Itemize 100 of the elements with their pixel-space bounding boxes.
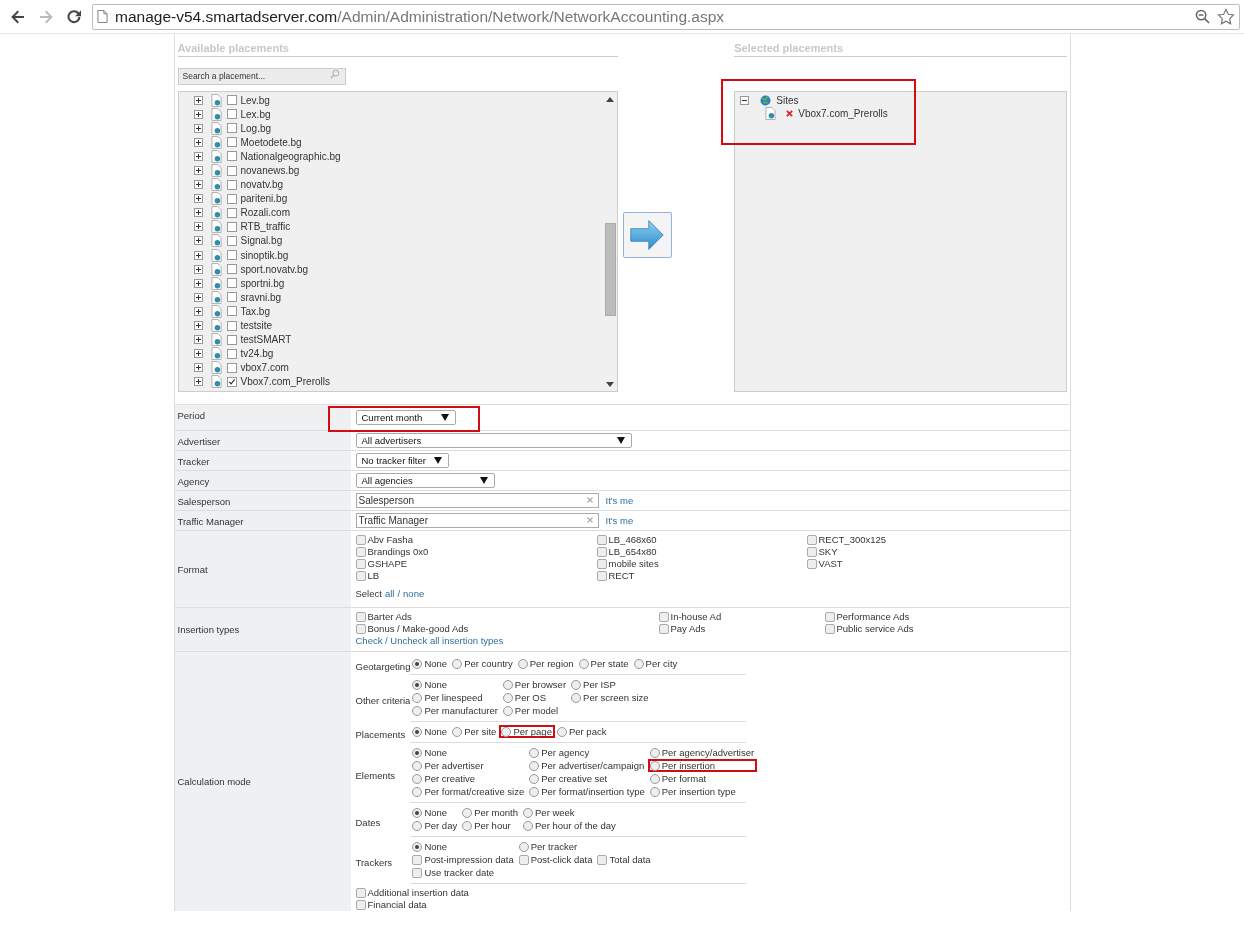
expand-icon[interactable] [193,166,203,175]
radio-option[interactable]: Per month [460,806,521,819]
checkbox[interactable] [226,151,237,162]
expand-icon[interactable] [193,306,203,316]
checkbox[interactable] [226,193,237,204]
placement-label[interactable]: tv24.bg [240,348,274,360]
radio-option[interactable]: Per OS [500,691,570,704]
radio-option[interactable]: Per insertion type [647,785,758,798]
zoom-icon[interactable] [1195,9,1210,24]
placement-label[interactable]: Tax.bg [240,305,270,317]
checkbox[interactable] [226,334,237,345]
radio-option[interactable]: Per format [647,772,758,785]
checkbox-option[interactable]: Post-impression data [410,853,517,866]
radio-option[interactable]: Per agency/advertiser [647,746,758,759]
radio-button[interactable] [412,786,423,797]
scroll-up-icon[interactable] [605,97,614,102]
checkbox[interactable] [658,612,669,622]
address-bar[interactable]: manage-v54.smartadserver.com/Admin/Administration/Network/NetworkAccounting.aspx [92,3,1240,30]
reload-icon[interactable] [66,8,82,25]
tree-label[interactable]: Vbox7.com_Prerolls [798,108,888,119]
clear-icon[interactable] [586,517,593,523]
checkbox[interactable] [355,535,366,545]
radio-button[interactable] [529,747,540,758]
checkbox[interactable] [355,900,366,910]
checkbox-option[interactable]: mobile sites [596,558,807,570]
expand-icon[interactable] [193,377,203,387]
checkbox-option[interactable]: In-house Ad [658,611,825,623]
radio-option[interactable]: Per region [515,657,577,670]
placement-label[interactable]: pariteni.bg [240,193,288,205]
checkbox[interactable] [596,559,607,569]
placement-label[interactable]: testsite [240,320,273,332]
expand-icon[interactable] [193,250,203,260]
radio-option[interactable]: Per city [631,657,681,670]
placement-label[interactable]: RTB_traffic [240,221,291,233]
radio-option[interactable]: None [410,840,517,853]
radio-option[interactable]: Per creative [410,772,528,785]
dropdown[interactable]: Current month [355,410,456,425]
radio-button[interactable] [501,726,512,737]
input-field[interactable]: Salesperson [355,493,599,508]
checkbox-option[interactable]: Public service Ads [824,623,1065,635]
radio-option[interactable]: Per format/insertion type [527,785,648,798]
checkbox-option[interactable]: Performance Ads [824,611,1065,623]
expand-icon[interactable] [193,95,203,105]
checkbox[interactable] [355,571,366,581]
radio-option[interactable]: None [410,806,461,819]
checkbox[interactable] [226,306,237,317]
checkbox[interactable] [226,207,237,218]
radio-option[interactable]: Per browser [500,678,570,691]
dropdown[interactable]: No tracker filter [355,453,449,468]
placement-label[interactable]: sravni.bg [240,291,282,303]
add-arrow-button[interactable] [622,212,672,258]
expand-icon[interactable] [193,208,203,218]
checkbox-option[interactable]: VAST [806,558,1065,570]
checkbox-option[interactable]: Additional insertion data [355,887,469,899]
checkbox[interactable] [355,547,366,557]
radio-option[interactable]: None [410,657,451,670]
scrollbar-thumb[interactable] [604,223,616,316]
checkbox-option[interactable]: SKY [806,546,1065,558]
checkbox[interactable] [518,854,529,865]
scroll-down-icon[interactable] [605,382,614,387]
radio-option[interactable]: Per advertiser/campaign [527,759,648,772]
checkbox[interactable] [226,292,237,303]
expand-icon[interactable] [193,222,203,232]
radio-option[interactable]: Per ISP [569,678,652,691]
radio-option[interactable]: None [410,746,528,759]
radio-option[interactable]: None [410,725,451,738]
radio-option[interactable]: Per advertiser [410,759,528,772]
checkbox[interactable] [226,362,237,373]
placement-label[interactable]: Log.bg [240,122,272,134]
radio-option[interactable]: Per hour [460,819,521,832]
radio-button[interactable] [502,692,513,703]
radio-button[interactable] [556,726,567,737]
star-icon[interactable] [1217,7,1235,26]
checkbox-option[interactable]: Abv Fasha [355,534,597,546]
radio-button[interactable] [649,786,660,797]
radio-button[interactable] [502,679,513,690]
radio-option[interactable]: Per insertion [647,759,758,772]
checkbox[interactable] [824,612,835,622]
radio-button[interactable] [412,692,423,703]
select-all-link[interactable]: all [384,588,395,599]
checkbox[interactable] [226,123,237,134]
radio-button[interactable] [529,773,540,784]
radio-option[interactable]: Per agency [527,746,648,759]
expand-icon[interactable] [193,264,203,274]
radio-button[interactable] [412,841,423,852]
radio-option[interactable]: Per format/creative size [410,785,528,798]
radio-button[interactable] [649,747,660,758]
radio-option[interactable]: Per page [499,725,555,738]
radio-option[interactable]: None [410,678,501,691]
checkbox-option[interactable]: Total data [595,853,654,866]
checkbox-option[interactable]: RECT_300x125 [806,534,1065,546]
checkbox[interactable] [806,535,817,545]
checkbox[interactable] [824,624,835,634]
checkbox[interactable] [226,109,237,120]
radio-button[interactable] [412,705,423,716]
radio-button[interactable] [517,658,528,669]
placement-label[interactable]: sport.novatv.bg [240,263,309,275]
radio-button[interactable] [529,760,540,771]
placement-label[interactable]: Moetodete.bg [240,136,302,148]
checkbox[interactable] [226,320,237,331]
